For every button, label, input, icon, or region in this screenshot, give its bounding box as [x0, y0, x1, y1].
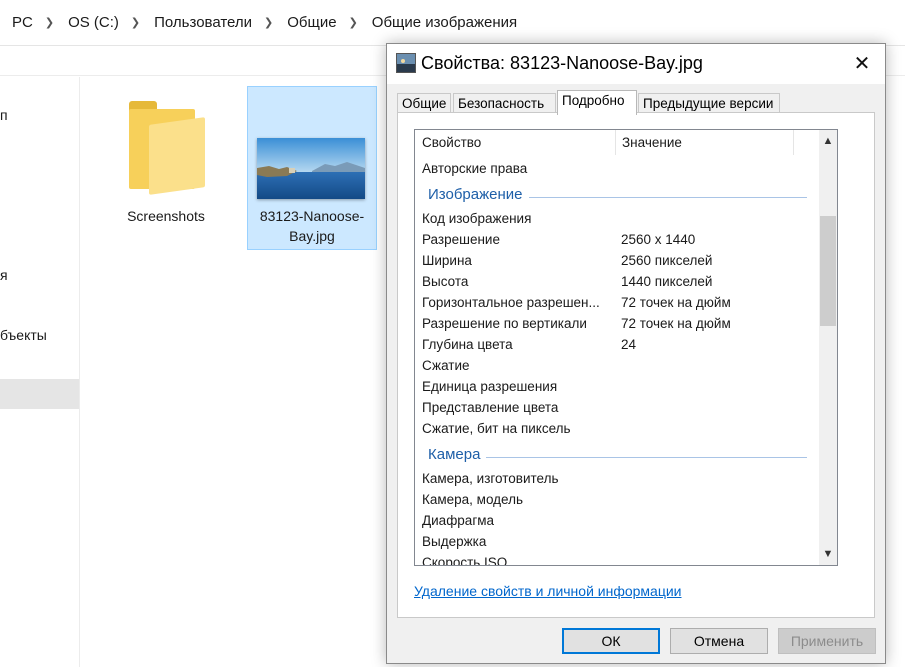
- nav-item-3d-objects[interactable]: бъекты: [0, 327, 47, 343]
- property-value: 1440 пикселей: [621, 274, 713, 289]
- property-row[interactable]: Высота 1440 пикселей: [415, 271, 819, 292]
- property-row[interactable]: Скорость ISO: [415, 552, 819, 565]
- folder-icon-front: [149, 117, 205, 195]
- property-name: Сжатие, бит на пиксель: [422, 421, 571, 436]
- property-row[interactable]: Код изображения: [415, 208, 819, 229]
- property-row[interactable]: Единица разрешения: [415, 376, 819, 397]
- property-row[interactable]: Горизонтальное разрешен... 72 точек на дю…: [415, 292, 819, 313]
- property-name: Авторские права: [422, 161, 528, 176]
- property-name: Скорость ISO: [422, 555, 508, 565]
- file-name-line-1: 83123-Nanoose-: [259, 208, 365, 224]
- breadcrumb: PC ❯ OS (C:) ❯ Пользователи ❯ Общие ❯ Об…: [8, 14, 521, 31]
- ok-button[interactable]: ОК: [562, 628, 660, 654]
- tab-details[interactable]: Подробно: [557, 90, 637, 115]
- tab-security[interactable]: Безопасность: [453, 93, 556, 114]
- property-name: Камера, изготовитель: [422, 471, 559, 486]
- property-row[interactable]: Авторские права: [415, 158, 819, 179]
- property-name: Выдержка: [422, 534, 487, 549]
- file-name-line-2: Bay.jpg: [289, 228, 335, 244]
- property-value: 2560 пикселей: [621, 253, 713, 268]
- tab-previous-versions[interactable]: Предыдущие версии: [638, 93, 780, 114]
- details-tab-panel: Свойство Значение Авторские права Изобра…: [397, 112, 875, 618]
- close-icon: ✕: [853, 52, 871, 75]
- property-row[interactable]: Диафрагма: [415, 510, 819, 531]
- property-value: 72 точек на дюйм: [621, 316, 731, 331]
- property-name: Диафрагма: [422, 513, 495, 528]
- property-name: Разрешение: [422, 232, 500, 247]
- property-row[interactable]: Глубина цвета 24: [415, 334, 819, 355]
- properties-list[interactable]: Свойство Значение Авторские права Изобра…: [414, 129, 838, 566]
- property-name: Горизонтальное разрешен...: [422, 295, 600, 310]
- property-value: 2560 x 1440: [621, 232, 696, 247]
- property-name: Сжатие: [422, 358, 470, 373]
- property-row[interactable]: Выдержка: [415, 531, 819, 552]
- property-row[interactable]: Разрешение по вертикали 72 точек на дюйм: [415, 313, 819, 334]
- group-header-camera: Камера: [415, 445, 819, 467]
- breadcrumb-pc[interactable]: PC: [8, 14, 37, 31]
- property-name: Код изображения: [422, 211, 532, 226]
- nav-item-2[interactable]: я: [0, 267, 8, 283]
- property-row[interactable]: Ширина 2560 пикселей: [415, 250, 819, 271]
- apply-button[interactable]: Применить: [778, 628, 876, 654]
- breadcrumb-public-pictures[interactable]: Общие изображения: [368, 14, 521, 31]
- property-name: Единица разрешения: [422, 379, 558, 394]
- property-value: 72 точек на дюйм: [621, 295, 731, 310]
- tab-general[interactable]: Общие: [397, 93, 451, 114]
- dialog-title: Свойства: 83123-Nanoose-Bay.jpg: [421, 53, 703, 73]
- image-thumbnail: [257, 138, 365, 199]
- dialog-titlebar[interactable]: Свойства: 83123-Nanoose-Bay.jpg ✕: [387, 44, 885, 84]
- scroll-down-icon[interactable]: ▼: [819, 545, 837, 563]
- breadcrumb-users[interactable]: Пользователи: [150, 14, 256, 31]
- close-button[interactable]: ✕: [839, 44, 885, 82]
- properties-dialog: Свойства: 83123-Nanoose-Bay.jpg ✕ Общие …: [386, 43, 886, 664]
- folder-tile-screenshots[interactable]: Screenshots: [119, 87, 213, 247]
- property-row[interactable]: Сжатие: [415, 355, 819, 376]
- chevron-right-icon[interactable]: ❯: [341, 16, 368, 29]
- property-name: Камера, модель: [422, 492, 524, 507]
- group-header-image: Изображение: [415, 185, 819, 207]
- chevron-right-icon[interactable]: ❯: [123, 16, 150, 29]
- property-row[interactable]: Представление цвета: [415, 397, 819, 418]
- nav-item-1[interactable]: п: [0, 107, 8, 123]
- property-row[interactable]: Камера, модель: [415, 489, 819, 510]
- file-name: Screenshots: [127, 208, 205, 224]
- property-name: Разрешение по вертикали: [422, 316, 587, 331]
- file-tile-image[interactable]: 83123-Nanoose- Bay.jpg: [247, 86, 377, 250]
- chevron-right-icon[interactable]: ❯: [37, 16, 64, 29]
- scroll-up-icon[interactable]: ▲: [819, 132, 837, 150]
- breadcrumb-public[interactable]: Общие: [283, 14, 340, 31]
- cancel-button[interactable]: Отмена: [670, 628, 768, 654]
- property-value: 24: [621, 337, 637, 352]
- breadcrumb-drive[interactable]: OS (C:): [64, 14, 123, 31]
- group-label: Изображение: [428, 186, 529, 203]
- property-name: Ширина: [422, 253, 472, 268]
- property-name: Представление цвета: [422, 400, 559, 415]
- remove-properties-link[interactable]: Удаление свойств и личной информации: [414, 583, 682, 599]
- property-row[interactable]: Сжатие, бит на пиксель: [415, 418, 819, 439]
- column-header-property[interactable]: Свойство: [415, 130, 615, 155]
- address-bar[interactable]: PC ❯ OS (C:) ❯ Пользователи ❯ Общие ❯ Об…: [0, 0, 905, 46]
- property-row[interactable]: Камера, изготовитель: [415, 468, 819, 489]
- group-label: Камера: [428, 446, 487, 463]
- column-separator[interactable]: [793, 130, 794, 155]
- property-row[interactable]: Разрешение 2560 x 1440: [415, 229, 819, 250]
- column-header-value[interactable]: Значение: [615, 130, 793, 155]
- image-file-icon: [396, 53, 416, 73]
- nav-item-selected[interactable]: [0, 379, 79, 409]
- chevron-right-icon[interactable]: ❯: [256, 16, 283, 29]
- property-name: Глубина цвета: [422, 337, 513, 352]
- scrollbar-thumb[interactable]: [820, 216, 836, 326]
- navigation-pane: п я бъекты: [0, 77, 80, 667]
- property-name: Высота: [422, 274, 469, 289]
- vertical-scrollbar[interactable]: ▲ ▼: [819, 130, 837, 565]
